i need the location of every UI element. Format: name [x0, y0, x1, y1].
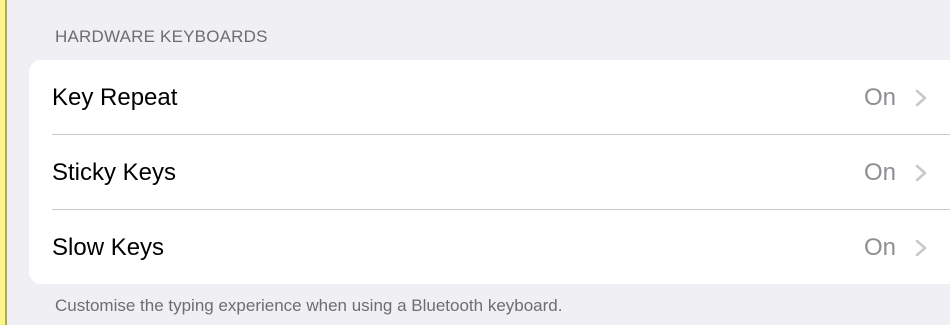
sticky-keys-label: Sticky Keys: [52, 159, 177, 186]
key-repeat-row[interactable]: Key Repeat On: [29, 60, 950, 134]
slow-keys-label: Slow Keys: [52, 234, 165, 261]
settings-panel: HARDWARE KEYBOARDS Key Repeat On Sticky …: [5, 0, 950, 325]
key-repeat-value: On: [863, 84, 896, 111]
slow-keys-row[interactable]: Slow Keys On: [29, 210, 950, 284]
section-footer: Customise the typing experience when usi…: [55, 296, 563, 315]
chevron-right-icon: [915, 239, 927, 257]
sticky-keys-value: On: [863, 159, 896, 186]
key-repeat-label: Key Repeat: [52, 84, 178, 111]
chevron-right-icon: [915, 89, 927, 107]
section-header: HARDWARE KEYBOARDS: [55, 27, 268, 46]
sticky-keys-row[interactable]: Sticky Keys On: [29, 135, 950, 209]
chevron-right-icon: [915, 164, 927, 182]
slow-keys-value: On: [863, 234, 896, 261]
settings-group: Key Repeat On Sticky Keys On Slow Keys O…: [29, 60, 950, 284]
